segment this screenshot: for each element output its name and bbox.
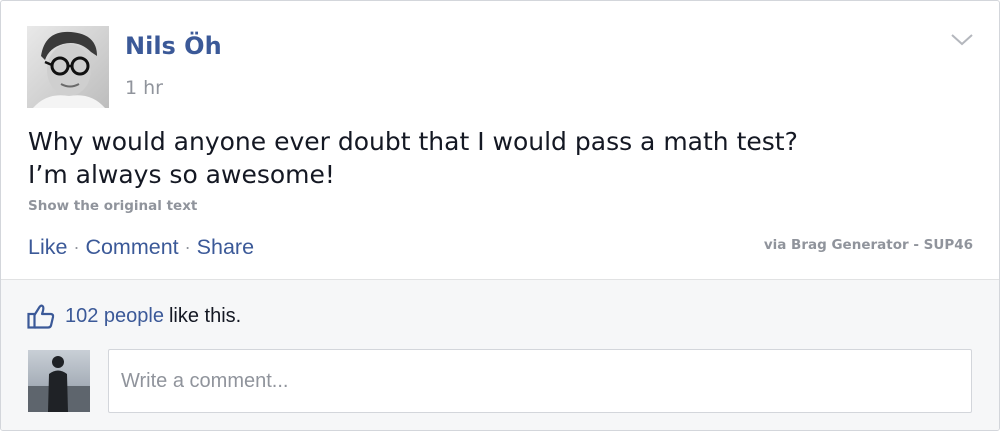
post-timestamp[interactable]: 1 hr xyxy=(125,77,163,99)
author-avatar[interactable] xyxy=(27,26,109,108)
thumbs-up-icon[interactable] xyxy=(27,303,55,329)
likes-suffix: like this. xyxy=(168,304,242,327)
post-text-line: Why would anyone ever doubt that I would… xyxy=(28,127,798,156)
show-original-link[interactable]: Show the original text xyxy=(28,198,197,214)
likes-summary: 102 people like this. xyxy=(27,302,241,330)
action-separator: · xyxy=(184,236,191,257)
action-separator: · xyxy=(73,236,80,257)
share-link[interactable]: Share xyxy=(197,235,254,260)
post-actions: Like · Comment · Share xyxy=(28,233,254,261)
post-text: Why would anyone ever doubt that I would… xyxy=(28,125,968,191)
chevron-down-icon[interactable] xyxy=(949,31,975,49)
like-link[interactable]: Like xyxy=(28,235,67,260)
likes-count-link[interactable]: 102 people xyxy=(65,305,164,328)
via-attribution: via Brag Generator - SUP46 xyxy=(763,237,973,253)
comment-input[interactable] xyxy=(108,349,972,413)
post-card: Nils Öh 1 hr Why would anyone ever doubt… xyxy=(0,0,1000,431)
post-text-line: I’m always so awesome! xyxy=(28,160,335,189)
commenter-avatar[interactable] xyxy=(28,350,90,412)
author-name[interactable]: Nils Öh xyxy=(125,32,222,60)
comment-link[interactable]: Comment xyxy=(85,235,178,260)
